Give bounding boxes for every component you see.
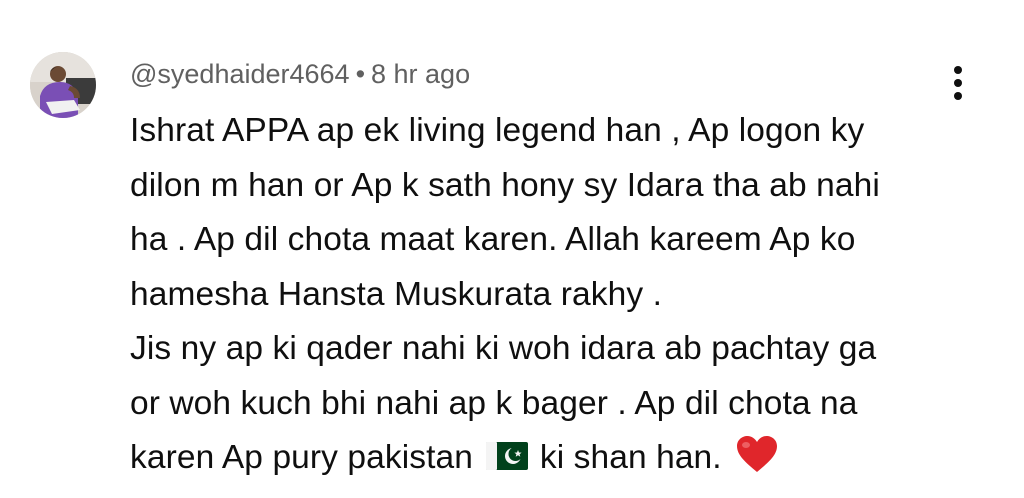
- comment-line: or woh kuch bhi nahi ap k bager . Ap dil…: [130, 384, 858, 422]
- comment-line: hamesha Hansta Muskurata rakhy .: [130, 275, 663, 313]
- comment-line: Jis ny ap ki qader nahi ki woh idara ab …: [130, 330, 877, 367]
- avatar-image: [30, 52, 96, 118]
- author-avatar[interactable]: [30, 52, 96, 118]
- comment-line-tail: ki shan han.: [539, 439, 722, 476]
- pakistan-flag-icon: [486, 434, 529, 489]
- comment-line: Ishrat APPA ap ek living legend han , Ap…: [130, 112, 865, 149]
- more-options-button[interactable]: [940, 62, 980, 106]
- comment-line-text: karen Ap pury pakistan: [130, 439, 473, 476]
- comment-text: Ishrat APPA ap ek living legend han , Ap…: [130, 104, 970, 492]
- comment-item: @syedhaider4664 • 8 hr ago Ishrat APPA ap …: [0, 0, 1024, 498]
- comment-meta: @syedhaider4664 • 8 hr ago: [130, 57, 470, 91]
- red-heart-icon: [735, 434, 779, 492]
- author-handle[interactable]: @syedhaider4664: [130, 59, 350, 89]
- comment-line: ha . Ap dil chota maat karen. Allah kare…: [130, 221, 856, 258]
- meta-separator: •: [355, 59, 366, 89]
- comment-line-last: karen Ap pury pakistan ki shan han.: [130, 431, 970, 492]
- comment-timestamp[interactable]: 8 hr ago: [371, 59, 470, 89]
- comment-line: dilon m han or Ap k sath hony sy Idara t…: [130, 166, 880, 204]
